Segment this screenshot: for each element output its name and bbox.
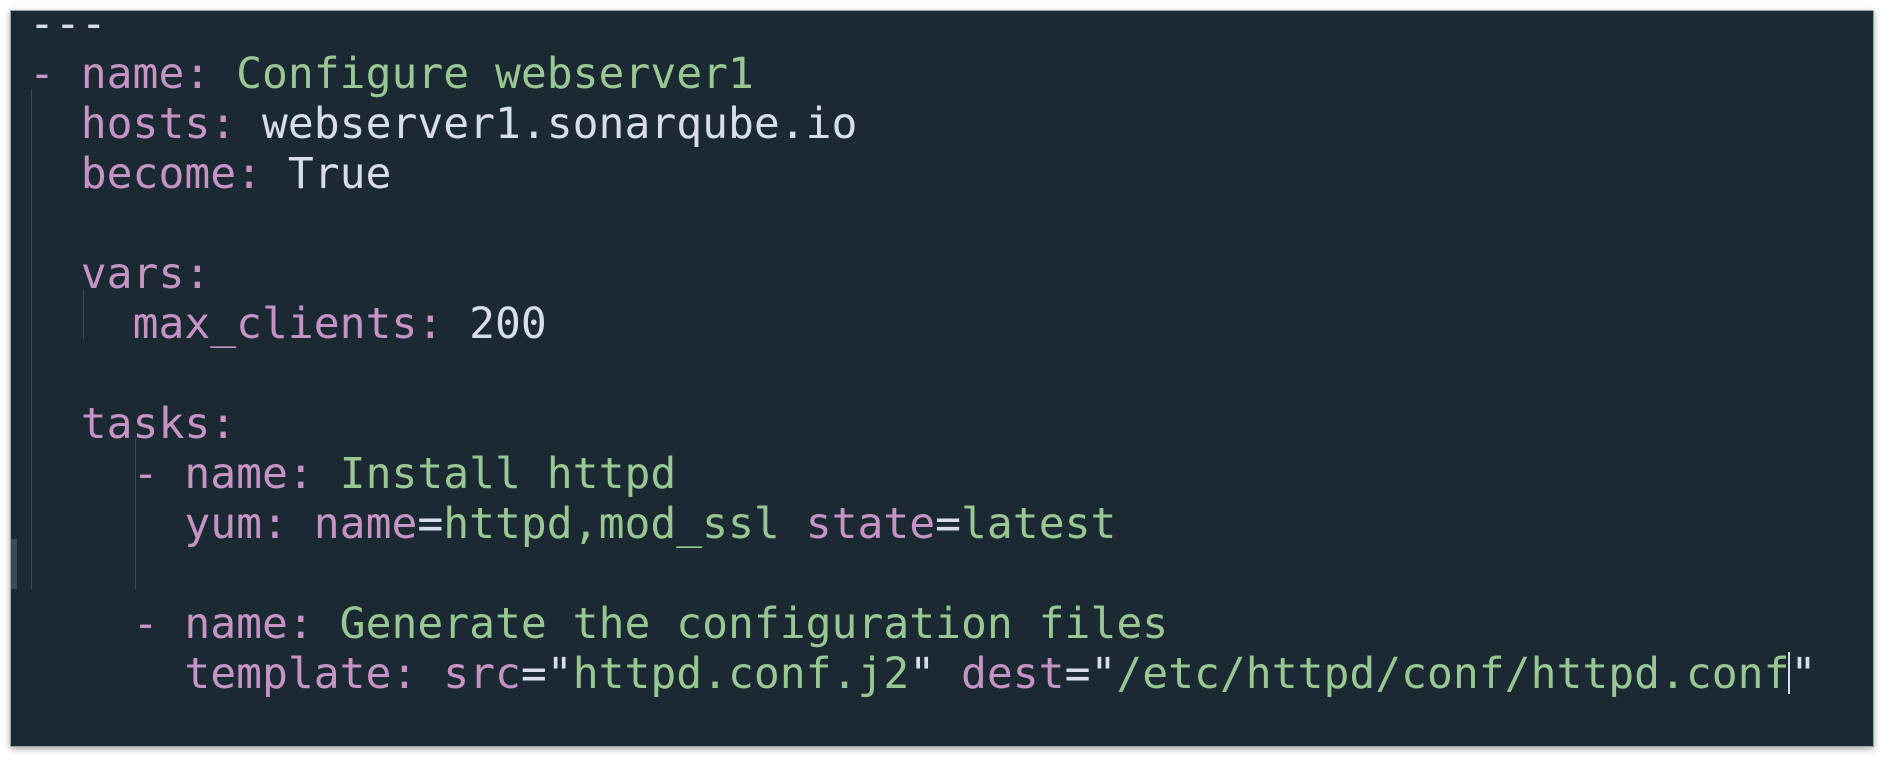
code-line[interactable]: - name: Generate the configuration files — [29, 599, 1816, 649]
yaml-value-token: webserver1.sonarqube.io — [236, 99, 858, 149]
code-line[interactable]: become: True — [29, 149, 1816, 199]
code-line[interactable] — [29, 349, 1816, 399]
yaml-key-token: - — [29, 49, 81, 99]
yaml-value-token: = — [935, 499, 962, 549]
yaml-value-token: --- — [29, 10, 107, 49]
code-content[interactable]: --- - name: Configure webserver1 hosts: w… — [29, 10, 1816, 746]
yaml-key-token: tasks: — [80, 399, 237, 449]
yaml-value-token: True — [262, 149, 392, 199]
yaml-key-token: src — [443, 649, 521, 699]
yaml-string-token: latest — [961, 499, 1117, 549]
yaml-key-token: template: — [184, 649, 418, 699]
yaml-value-token — [417, 649, 443, 699]
code-line[interactable] — [29, 699, 1816, 746]
code-line[interactable] — [29, 199, 1816, 249]
yaml-value-token — [288, 499, 314, 549]
yaml-string-token: Install httpd — [313, 449, 677, 499]
yaml-key-token: name: — [184, 599, 314, 649]
yaml-key-token: - — [132, 599, 185, 649]
code-line[interactable]: yum: name=httpd,mod_ssl state=latest — [29, 499, 1816, 549]
yaml-key-token: vars: — [80, 249, 211, 299]
yaml-value-token: " — [1790, 649, 1817, 699]
current-line-marker — [11, 539, 17, 589]
code-line[interactable]: max_clients: 200 — [29, 299, 1816, 349]
yaml-string-token: httpd,mod_ssl — [443, 499, 780, 549]
code-line[interactable]: hosts: webserver1.sonarqube.io — [29, 99, 1816, 149]
yaml-value-token: 200 — [443, 299, 547, 349]
yaml-value-token: =" — [1064, 649, 1117, 699]
yaml-key-token: name: — [80, 49, 211, 99]
yaml-key-token: dest — [961, 649, 1065, 699]
yaml-key-token: hosts: — [80, 99, 237, 149]
yaml-key-token: max_clients: — [132, 299, 444, 349]
code-line[interactable]: template: src="httpd.conf.j2" dest="/etc… — [29, 649, 1816, 699]
yaml-key-token: - — [132, 449, 185, 499]
code-editor[interactable]: --- - name: Configure webserver1 hosts: w… — [10, 10, 1874, 747]
yaml-key-token: state — [805, 499, 936, 549]
yaml-key-token: become: — [80, 149, 262, 199]
yaml-string-token: Generate the configuration files — [313, 599, 1169, 649]
yaml-string-token: Configure webserver1 — [210, 49, 754, 99]
yaml-key-token: name — [313, 499, 418, 549]
code-line[interactable]: tasks: — [29, 399, 1816, 449]
yaml-string-token: /etc/httpd/conf/httpd.conf — [1116, 649, 1790, 699]
yaml-value-token: =" — [520, 649, 573, 699]
yaml-key-token: yum: — [184, 499, 288, 549]
yaml-string-token: httpd.conf.j2 — [572, 649, 910, 699]
yaml-value-token: = — [417, 499, 444, 549]
code-line[interactable]: - name: Install httpd — [29, 449, 1816, 499]
code-line[interactable] — [29, 549, 1816, 599]
yaml-value-token: " — [909, 649, 962, 699]
yaml-key-token: name: — [184, 449, 314, 499]
code-line[interactable]: - name: Configure webserver1 — [29, 49, 1816, 99]
code-line[interactable]: --- — [29, 10, 1816, 49]
yaml-value-token — [780, 499, 806, 549]
code-line[interactable]: vars: — [29, 249, 1816, 299]
